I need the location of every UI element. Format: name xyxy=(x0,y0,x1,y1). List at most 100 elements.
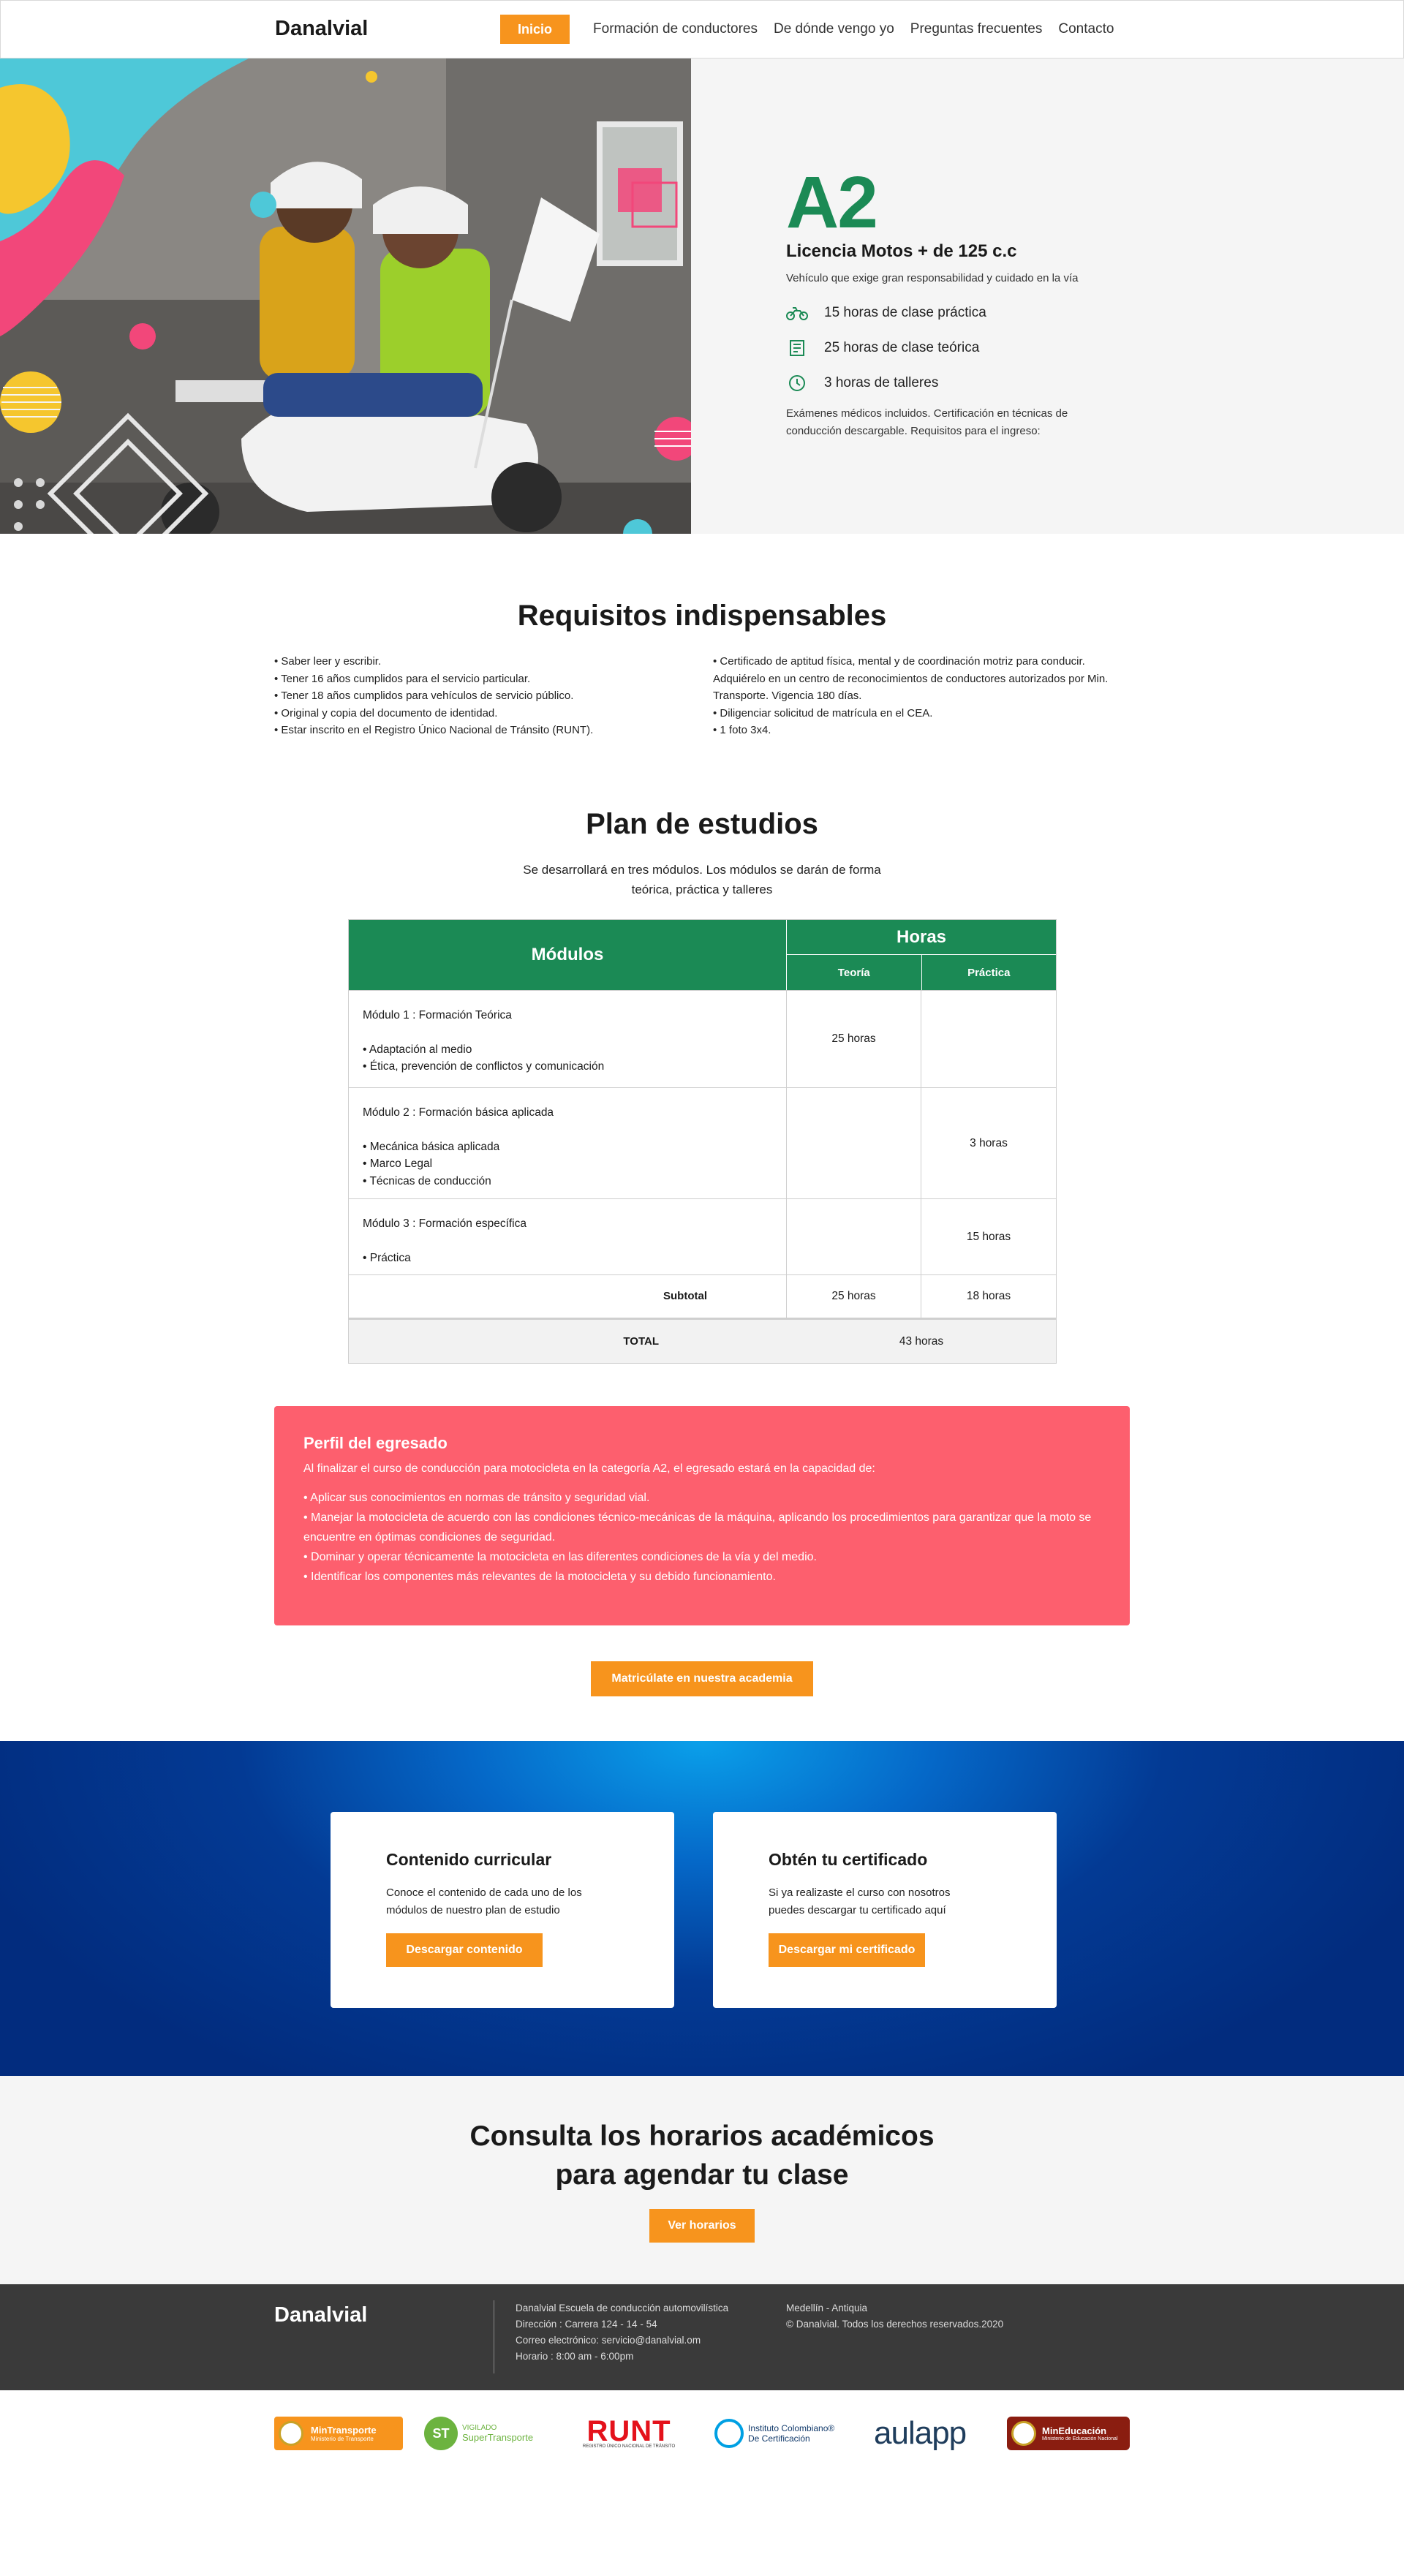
license-category: A2 xyxy=(786,162,878,243)
practice-hours: 15 horas xyxy=(966,1230,1011,1243)
download-certificate-button[interactable]: Descargar mi certificado xyxy=(769,1933,925,1967)
theory-hours xyxy=(787,1088,921,1198)
subtotal-row: Subtotal 25 horas 18 horas xyxy=(349,1274,1056,1318)
coat-of-arms-icon xyxy=(279,2421,303,2446)
icc-line1: Instituto Colombiano® xyxy=(748,2423,835,2433)
module-name: Módulo 1 : Formación Teórica xyxy=(363,1009,512,1021)
nav-item-de-donde-vengo[interactable]: De dónde vengo yo xyxy=(774,15,894,44)
requirement-item: • Original y copia del documento de iden… xyxy=(274,706,498,719)
total-value: 43 horas xyxy=(899,1334,944,1348)
mintransporte-name: MinTransporte xyxy=(311,2425,377,2436)
feature-workshops: 3 horas de talleres xyxy=(786,372,938,394)
profile-title: Perfil del egresado xyxy=(303,1434,448,1452)
top-navigation: Danalvial Inicio Formación de conductore… xyxy=(0,0,1404,58)
mineducacion-name: MinEducación xyxy=(1042,2425,1107,2436)
runt-text: RUNT xyxy=(586,2415,671,2447)
runt-logo[interactable]: RUNT REGISTRO ÚNICO NACIONAL DE TRÁNSITO xyxy=(567,2417,691,2450)
card-title: Obtén tu certificado xyxy=(769,1850,928,1869)
schedule-title: Consulta los horarios académicos para ag… xyxy=(0,2117,1404,2194)
supertransporte-logo[interactable]: ST VIGILADO SuperTransporte xyxy=(424,2417,545,2450)
total-row: TOTAL 43 horas xyxy=(349,1318,1056,1363)
icc-logo[interactable]: Instituto Colombiano® De Certificación xyxy=(714,2417,839,2450)
supertransporte-text: SuperTransporte xyxy=(462,2432,534,2443)
card-text: Si ya realizaste el curso con nosotros p… xyxy=(769,1886,951,1916)
theory-hours xyxy=(787,1199,921,1274)
plan-title: Plan de estudios xyxy=(586,808,818,840)
icc-line2: De Certificación xyxy=(748,2433,810,2444)
practice-hours xyxy=(921,991,1056,1087)
brand-logo[interactable]: Danalvial xyxy=(275,17,368,41)
clock-icon xyxy=(786,372,808,394)
curriculum-card: Contenido curricular Conoce el contenido… xyxy=(331,1812,674,2008)
download-content-button[interactable]: Descargar contenido xyxy=(386,1933,543,1967)
view-schedule-button[interactable]: Ver horarios xyxy=(649,2209,755,2243)
schedule-section: Consulta los horarios académicos para ag… xyxy=(0,2076,1404,2284)
plan-subtitle: Se desarrollará en tres módulos. Los mód… xyxy=(523,863,881,896)
feature-theory: 25 horas de clase teórica xyxy=(786,337,979,359)
study-plan-table: Módulos Horas Teoría Práctica Módulo 1 :… xyxy=(348,919,1057,1364)
schedule-title-line1: Consulta los horarios académicos xyxy=(469,2120,935,2152)
mintransporte-sub: Ministerio de Transporte xyxy=(311,2436,374,2442)
footer-email[interactable]: Correo electrónico: servicio@danalvial.o… xyxy=(516,2333,728,2349)
book-icon xyxy=(786,337,808,359)
nav-item-formacion[interactable]: Formación de conductores xyxy=(593,15,758,44)
table-row: Módulo 2 : Formación básica aplicada • M… xyxy=(349,1087,1056,1198)
nav-item-inicio[interactable]: Inicio xyxy=(500,15,570,44)
footer-brand[interactable]: Danalvial xyxy=(274,2303,367,2327)
partner-logos: MinTransporte Ministerio de Transporte S… xyxy=(0,2390,1404,2576)
module-item: • Técnicas de conducción xyxy=(363,1174,491,1187)
card-text: Conoce el contenido de cada uno de los m… xyxy=(386,1886,582,1916)
requirement-item: • Diligenciar solicitud de matrícula en … xyxy=(713,706,933,719)
profile-item: • Manejar la motocicleta de acuerdo con … xyxy=(303,1511,1092,1544)
footer-location: Medellín - Antiquia © Danalvial. Todos l… xyxy=(786,2300,1003,2333)
runt-sub: REGISTRO ÚNICO NACIONAL DE TRÁNSITO xyxy=(582,2444,676,2449)
feature-practice: 15 horas de clase práctica xyxy=(786,302,986,324)
license-title: Licencia Motos + de 125 c.c xyxy=(786,241,1017,261)
nav-item-contacto[interactable]: Contacto xyxy=(1058,15,1114,44)
aulapp-text: aulapp xyxy=(874,2415,967,2451)
mineducacion-logo[interactable]: MinEducación Ministerio de Educación Nac… xyxy=(1007,2417,1130,2450)
subtotal-label: Subtotal xyxy=(349,1275,787,1318)
footer-info-line: Danalvial Escuela de conducción automovi… xyxy=(516,2303,729,2314)
table-row: Módulo 3 : Formación específica • Prácti… xyxy=(349,1198,1056,1274)
profile-intro: Al finalizar el curso de conducción para… xyxy=(303,1462,875,1475)
feature-practice-text: 15 horas de clase práctica xyxy=(824,305,986,320)
footer-city: Medellín - Antiquia xyxy=(786,2303,868,2314)
subtotal-theory: 25 horas xyxy=(787,1275,921,1318)
requirement-item: • Tener 18 años cumplidos para vehículos… xyxy=(274,690,574,702)
requirement-item: • Estar inscrito en el Registro Único Na… xyxy=(274,724,594,736)
hero-description: Exámenes médicos incluidos. Certificació… xyxy=(786,407,1068,437)
hero-photo xyxy=(0,58,691,534)
icc-ring-icon xyxy=(714,2419,744,2448)
module-name: Módulo 2 : Formación básica aplicada xyxy=(363,1106,554,1119)
header-hours: Horas xyxy=(787,920,1056,955)
footer-info: Danalvial Escuela de conducción automovi… xyxy=(516,2300,728,2365)
footer-info-line: Dirección : Carrera 124 - 14 - 54 xyxy=(516,2319,657,2330)
profile-item: • Identificar los componentes más releva… xyxy=(303,1571,776,1583)
license-subtitle: Vehículo que exige gran responsabilidad … xyxy=(786,272,1079,284)
aulapp-logo[interactable]: aulapp xyxy=(874,2415,976,2451)
vigilado-text: VIGILADO xyxy=(462,2424,497,2432)
nav-item-preguntas[interactable]: Preguntas frecuentes xyxy=(910,15,1043,44)
module-item: • Ética, prevención de conflictos y comu… xyxy=(363,1060,605,1073)
header-practice: Práctica xyxy=(967,966,1011,979)
table-row: Módulo 1 : Formación Teórica • Adaptació… xyxy=(349,990,1056,1087)
requirements-right: • Certificado de aptitud física, mental … xyxy=(713,653,1133,739)
practice-hours: 3 horas xyxy=(970,1136,1008,1149)
mintransporte-logo[interactable]: MinTransporte Ministerio de Transporte xyxy=(274,2417,403,2450)
profile-item: • Aplicar sus conocimientos en normas de… xyxy=(303,1492,650,1504)
module-item: • Práctica xyxy=(363,1251,411,1264)
footer-copyright: © Danalvial. Todos los derechos reservad… xyxy=(786,2319,1004,2330)
table-header: Módulos Horas Teoría Práctica xyxy=(349,920,1056,990)
requirements-title: Requisitos indispensables xyxy=(517,600,887,632)
requirement-item: • Tener 16 años cumplidos para el servic… xyxy=(274,672,531,685)
certificate-card: Obtén tu certificado Si ya realizaste el… xyxy=(713,1812,1057,2008)
card-title: Contenido curricular xyxy=(386,1850,552,1869)
enroll-button[interactable]: Matricúlate en nuestra academia xyxy=(591,1661,813,1696)
module-item: • Mecánica básica aplicada xyxy=(363,1140,500,1153)
requirement-item: • 1 foto 3x4. xyxy=(713,724,771,736)
footer: Danalvial Danalvial Escuela de conducció… xyxy=(0,2284,1404,2390)
requirement-item: • Certificado de aptitud física, mental … xyxy=(713,655,1109,702)
schedule-title-line2: para agendar tu clase xyxy=(555,2159,849,2191)
profile-item: • Dominar y operar técnicamente la motoc… xyxy=(303,1551,817,1563)
